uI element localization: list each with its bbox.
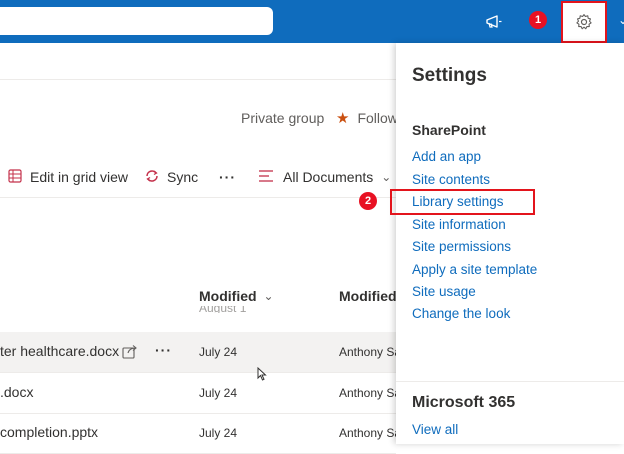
modified-by: Anthony Sa [339,386,402,400]
site-permissions-link[interactable]: Site permissions [412,239,511,254]
follow-button[interactable]: ★ Follow [336,109,398,127]
sync-label: Sync [167,169,199,185]
modified-date: July 24 [199,426,238,440]
table-row[interactable]: completion.pptx July 24 Anthony Sa [0,413,401,454]
library-settings-highlight [390,189,535,215]
site-contents-link[interactable]: Site contents [412,172,490,187]
modified-column-header[interactable]: Modified ⌄ [199,288,274,304]
add-an-app-link[interactable]: Add an app [412,149,481,164]
follow-label: Follow [357,110,398,126]
chevron-icon: ⌄ [618,13,624,27]
edit-grid-view-button[interactable]: Edit in grid view [8,157,128,197]
more-icon[interactable]: ··· [155,342,172,358]
site-header-strip [0,43,396,80]
modified-date: July 24 [199,386,238,400]
modified-by-column-label: Modified [339,288,397,304]
modified-column-label: Modified [199,288,257,304]
modified-by-column-header[interactable]: Modified [339,288,397,304]
settings-highlight [561,1,607,43]
chevron-down-icon: ⌄ [263,289,274,303]
view-selector-label: All Documents [283,169,374,185]
mouse-cursor-icon [257,366,267,386]
search-input[interactable] [0,7,273,35]
suite-header: 1 ⌄ [0,0,624,43]
star-icon: ★ [336,110,350,127]
view-all-link[interactable]: View all [412,422,458,437]
step-marker-1: 1 [529,11,547,29]
share-icon[interactable] [122,344,138,364]
view-selector[interactable]: All Documents ⌄ [259,157,391,197]
microsoft-365-section-heading: Microsoft 365 [412,394,516,411]
sharepoint-section-heading: SharePoint [412,122,486,138]
sync-icon [144,168,160,187]
chevron-down-icon: ⌄ [381,170,392,184]
sync-button[interactable]: Sync [144,157,198,197]
table-row[interactable]: ter healthcare.docx ··· July 24 Anthony … [0,332,401,373]
file-name[interactable]: ter healthcare.docx [0,343,119,359]
site-usage-link[interactable]: Site usage [412,284,476,299]
file-name[interactable]: completion.pptx [0,424,98,440]
table-row[interactable]: .docx July 24 Anthony Sa [0,373,401,414]
change-the-look-link[interactable]: Change the look [412,306,510,321]
site-information-link[interactable]: Site information [412,217,506,232]
edit-grid-view-label: Edit in grid view [30,169,129,185]
group-privacy-label: Private group [241,110,325,126]
settings-panel-title: Settings [412,65,487,86]
view-list-icon [259,169,274,186]
panel-divider [396,381,624,382]
partial-row-date: August 1 [199,306,247,313]
file-name[interactable]: .docx [0,384,33,400]
modified-date: July 24 [199,345,238,359]
apply-site-template-link[interactable]: Apply a site template [412,262,537,277]
modified-by: Anthony Sa [339,345,402,359]
step-marker-2: 2 [359,192,377,210]
grid-icon [8,168,22,186]
megaphone-icon[interactable] [482,11,506,33]
modified-by: Anthony Sa [339,426,402,440]
command-bar: Edit in grid view Sync ··· All Documents… [0,157,396,198]
more-commands-button[interactable]: ··· [219,157,236,197]
settings-panel: Settings SharePoint Add an app Site cont… [396,43,624,444]
